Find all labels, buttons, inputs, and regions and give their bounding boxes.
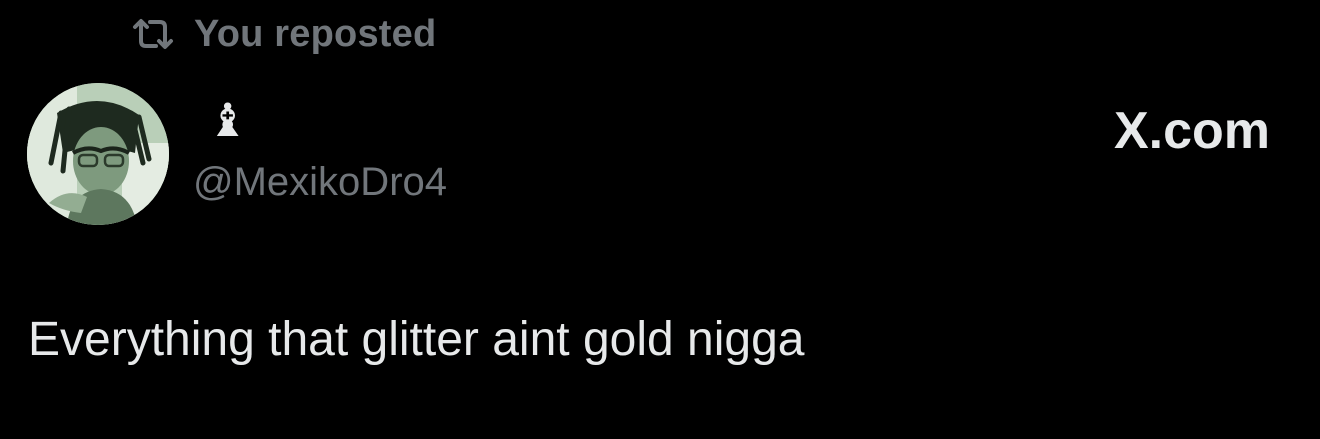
tweet-text: Everything that glitter aint gold nigga xyxy=(28,313,805,366)
user-handle[interactable]: @MexikoDro4 xyxy=(193,162,447,202)
repost-label: You reposted xyxy=(194,12,437,55)
avatar[interactable] xyxy=(27,83,169,225)
brand-watermark: X.com xyxy=(1113,102,1270,160)
repost-indicator[interactable]: You reposted xyxy=(130,10,436,58)
repost-icon xyxy=(130,17,176,51)
display-name-text: ♝ xyxy=(207,93,249,147)
tweet-card: You reposted ♝ @MexikoDro4 X.com Everyth… xyxy=(0,0,1320,439)
display-name[interactable]: ♝ xyxy=(207,92,248,148)
